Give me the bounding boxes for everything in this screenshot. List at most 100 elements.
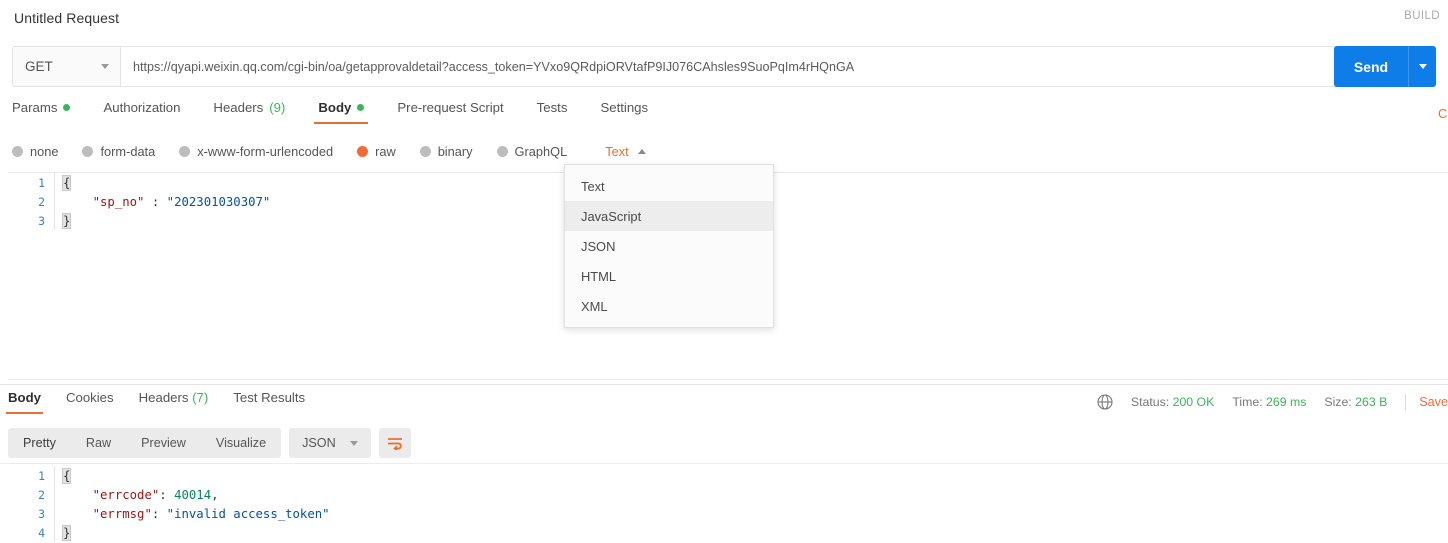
cookies-link-truncated[interactable]: C (1438, 106, 1448, 122)
body-type-raw-label: raw (375, 144, 396, 159)
time-value: 269 ms (1266, 395, 1306, 409)
radio-icon (12, 146, 23, 157)
response-tab-bar: Body Cookies Headers (7) Test Results (0, 390, 900, 416)
chevron-down-icon (350, 441, 358, 446)
send-options-button[interactable] (1408, 46, 1436, 87)
view-mode-pretty[interactable]: Pretty (8, 428, 71, 458)
tab-authorization[interactable]: Authorization (103, 100, 180, 124)
tab-pre-request-script[interactable]: Pre-request Script (397, 100, 503, 124)
tab-settings[interactable]: Settings (600, 100, 648, 124)
response-format-select[interactable]: JSON (289, 428, 371, 458)
request-title-bar: Untitled Request (0, 0, 1448, 36)
radio-icon (497, 146, 508, 157)
json-value: "202301030307" (167, 195, 271, 209)
tab-headers-count: (9) (269, 100, 285, 115)
tab-headers[interactable]: Headers (9) (213, 100, 285, 124)
build-mode-label[interactable]: BUILD (1404, 10, 1440, 22)
body-type-none[interactable]: none (12, 144, 58, 159)
code-text: "errmsg": "invalid access_token" (55, 507, 330, 521)
size-value: 263 B (1355, 395, 1387, 409)
body-type-radio-group: none form-data x-www-form-urlencoded raw… (12, 140, 1448, 162)
response-tab-test-results[interactable]: Test Results (233, 390, 305, 414)
radio-icon (82, 146, 93, 157)
request-tab-bar: Params Authorization Headers (9) Body Pr… (0, 100, 1448, 130)
body-type-binary[interactable]: binary (420, 144, 473, 159)
url-input-value: https://qyapi.weixin.qq.com/cgi-bin/oa/g… (133, 60, 854, 74)
globe-icon[interactable] (1097, 394, 1113, 410)
line-number: 4 (8, 526, 54, 540)
postman-request-window: Untitled Request BUILD GET https://qyapi… (0, 0, 1448, 543)
response-tab-body[interactable]: Body (8, 390, 41, 414)
line-number: 3 (8, 214, 54, 228)
url-input[interactable]: https://qyapi.weixin.qq.com/cgi-bin/oa/g… (120, 46, 1436, 87)
body-language-select[interactable]: Text (605, 144, 645, 159)
response-tab-cookies[interactable]: Cookies (66, 390, 114, 414)
time-badge: Time: 269 ms (1232, 395, 1306, 409)
body-type-urlencoded[interactable]: x-www-form-urlencoded (179, 144, 333, 159)
tab-pre-request-script-label: Pre-request Script (397, 100, 503, 115)
send-button[interactable]: Send (1334, 46, 1408, 87)
modified-dot-icon (357, 104, 364, 111)
wrap-text-icon (386, 436, 404, 450)
wrap-lines-button[interactable] (379, 428, 411, 458)
dropdown-option-html[interactable]: HTML (565, 261, 773, 291)
size-badge: Size: 263 B (1324, 395, 1387, 409)
tab-authorization-label: Authorization (103, 100, 180, 115)
view-mode-raw[interactable]: Raw (71, 428, 126, 458)
dropdown-option-json[interactable]: JSON (565, 231, 773, 261)
code-line: 4 } (8, 523, 1448, 542)
code-line: 2 "errcode": 40014, (8, 485, 1448, 504)
line-number: 1 (8, 176, 54, 190)
chevron-down-icon (101, 64, 109, 69)
code-text: "sp_no" : "202301030307" (55, 195, 270, 209)
chevron-up-icon (638, 149, 646, 154)
tab-body-label: Body (318, 100, 351, 115)
page-title: Untitled Request (14, 10, 119, 26)
radio-icon (420, 146, 431, 157)
json-key: "errmsg" (93, 507, 152, 521)
response-tab-headers[interactable]: Headers (7) (139, 390, 209, 414)
save-response-link[interactable]: Save (1419, 395, 1448, 409)
line-number: 2 (8, 488, 54, 502)
tab-body[interactable]: Body (318, 100, 364, 124)
code-text: "errcode": 40014, (55, 488, 219, 502)
body-type-raw[interactable]: raw (357, 144, 396, 159)
view-mode-visualize[interactable]: Visualize (201, 428, 281, 458)
json-key: "sp_no" (93, 195, 145, 209)
body-language-value: Text (605, 144, 628, 159)
modified-dot-icon (63, 104, 70, 111)
response-body-editor[interactable]: 1 { 2 "errcode": 40014, 3 "errmsg": "inv… (8, 466, 1448, 543)
tab-headers-label: Headers (213, 100, 263, 115)
json-value: 40014 (174, 488, 211, 502)
dropdown-option-xml[interactable]: XML (565, 291, 773, 321)
dropdown-option-text[interactable]: Text (565, 171, 773, 201)
code-text: { (55, 176, 70, 190)
code-line: 3 "errmsg": "invalid access_token" (8, 504, 1448, 523)
response-tab-headers-label: Headers (139, 390, 189, 405)
radio-selected-icon (357, 146, 368, 157)
radio-icon (179, 146, 190, 157)
response-pane-divider[interactable] (0, 384, 1448, 385)
code-text: } (55, 526, 70, 540)
view-mode-preview[interactable]: Preview (126, 428, 201, 458)
dropdown-option-javascript[interactable]: JavaScript (565, 201, 773, 231)
json-key: "errcode" (93, 488, 160, 502)
url-bar: GET https://qyapi.weixin.qq.com/cgi-bin/… (12, 46, 1436, 87)
response-format-value: JSON (302, 436, 336, 450)
status-value: 200 OK (1173, 395, 1215, 409)
tab-params-label: Params (12, 100, 57, 115)
body-type-binary-label: binary (438, 144, 473, 159)
http-method-value: GET (25, 59, 53, 74)
meta-divider (1405, 394, 1406, 410)
body-type-form-data[interactable]: form-data (82, 144, 155, 159)
http-method-select[interactable]: GET (12, 46, 120, 87)
line-number: 1 (8, 469, 54, 483)
tab-tests[interactable]: Tests (537, 100, 568, 124)
response-view-toolbar: Pretty Raw Preview Visualize JSON (8, 428, 411, 458)
status-label: Status: (1131, 395, 1169, 409)
tab-params[interactable]: Params (12, 100, 70, 124)
body-type-graphql[interactable]: GraphQL (497, 144, 568, 159)
code-text: } (55, 214, 70, 228)
body-type-graphql-label: GraphQL (515, 144, 568, 159)
body-language-dropdown-menu: Text JavaScript JSON HTML XML (564, 164, 774, 328)
